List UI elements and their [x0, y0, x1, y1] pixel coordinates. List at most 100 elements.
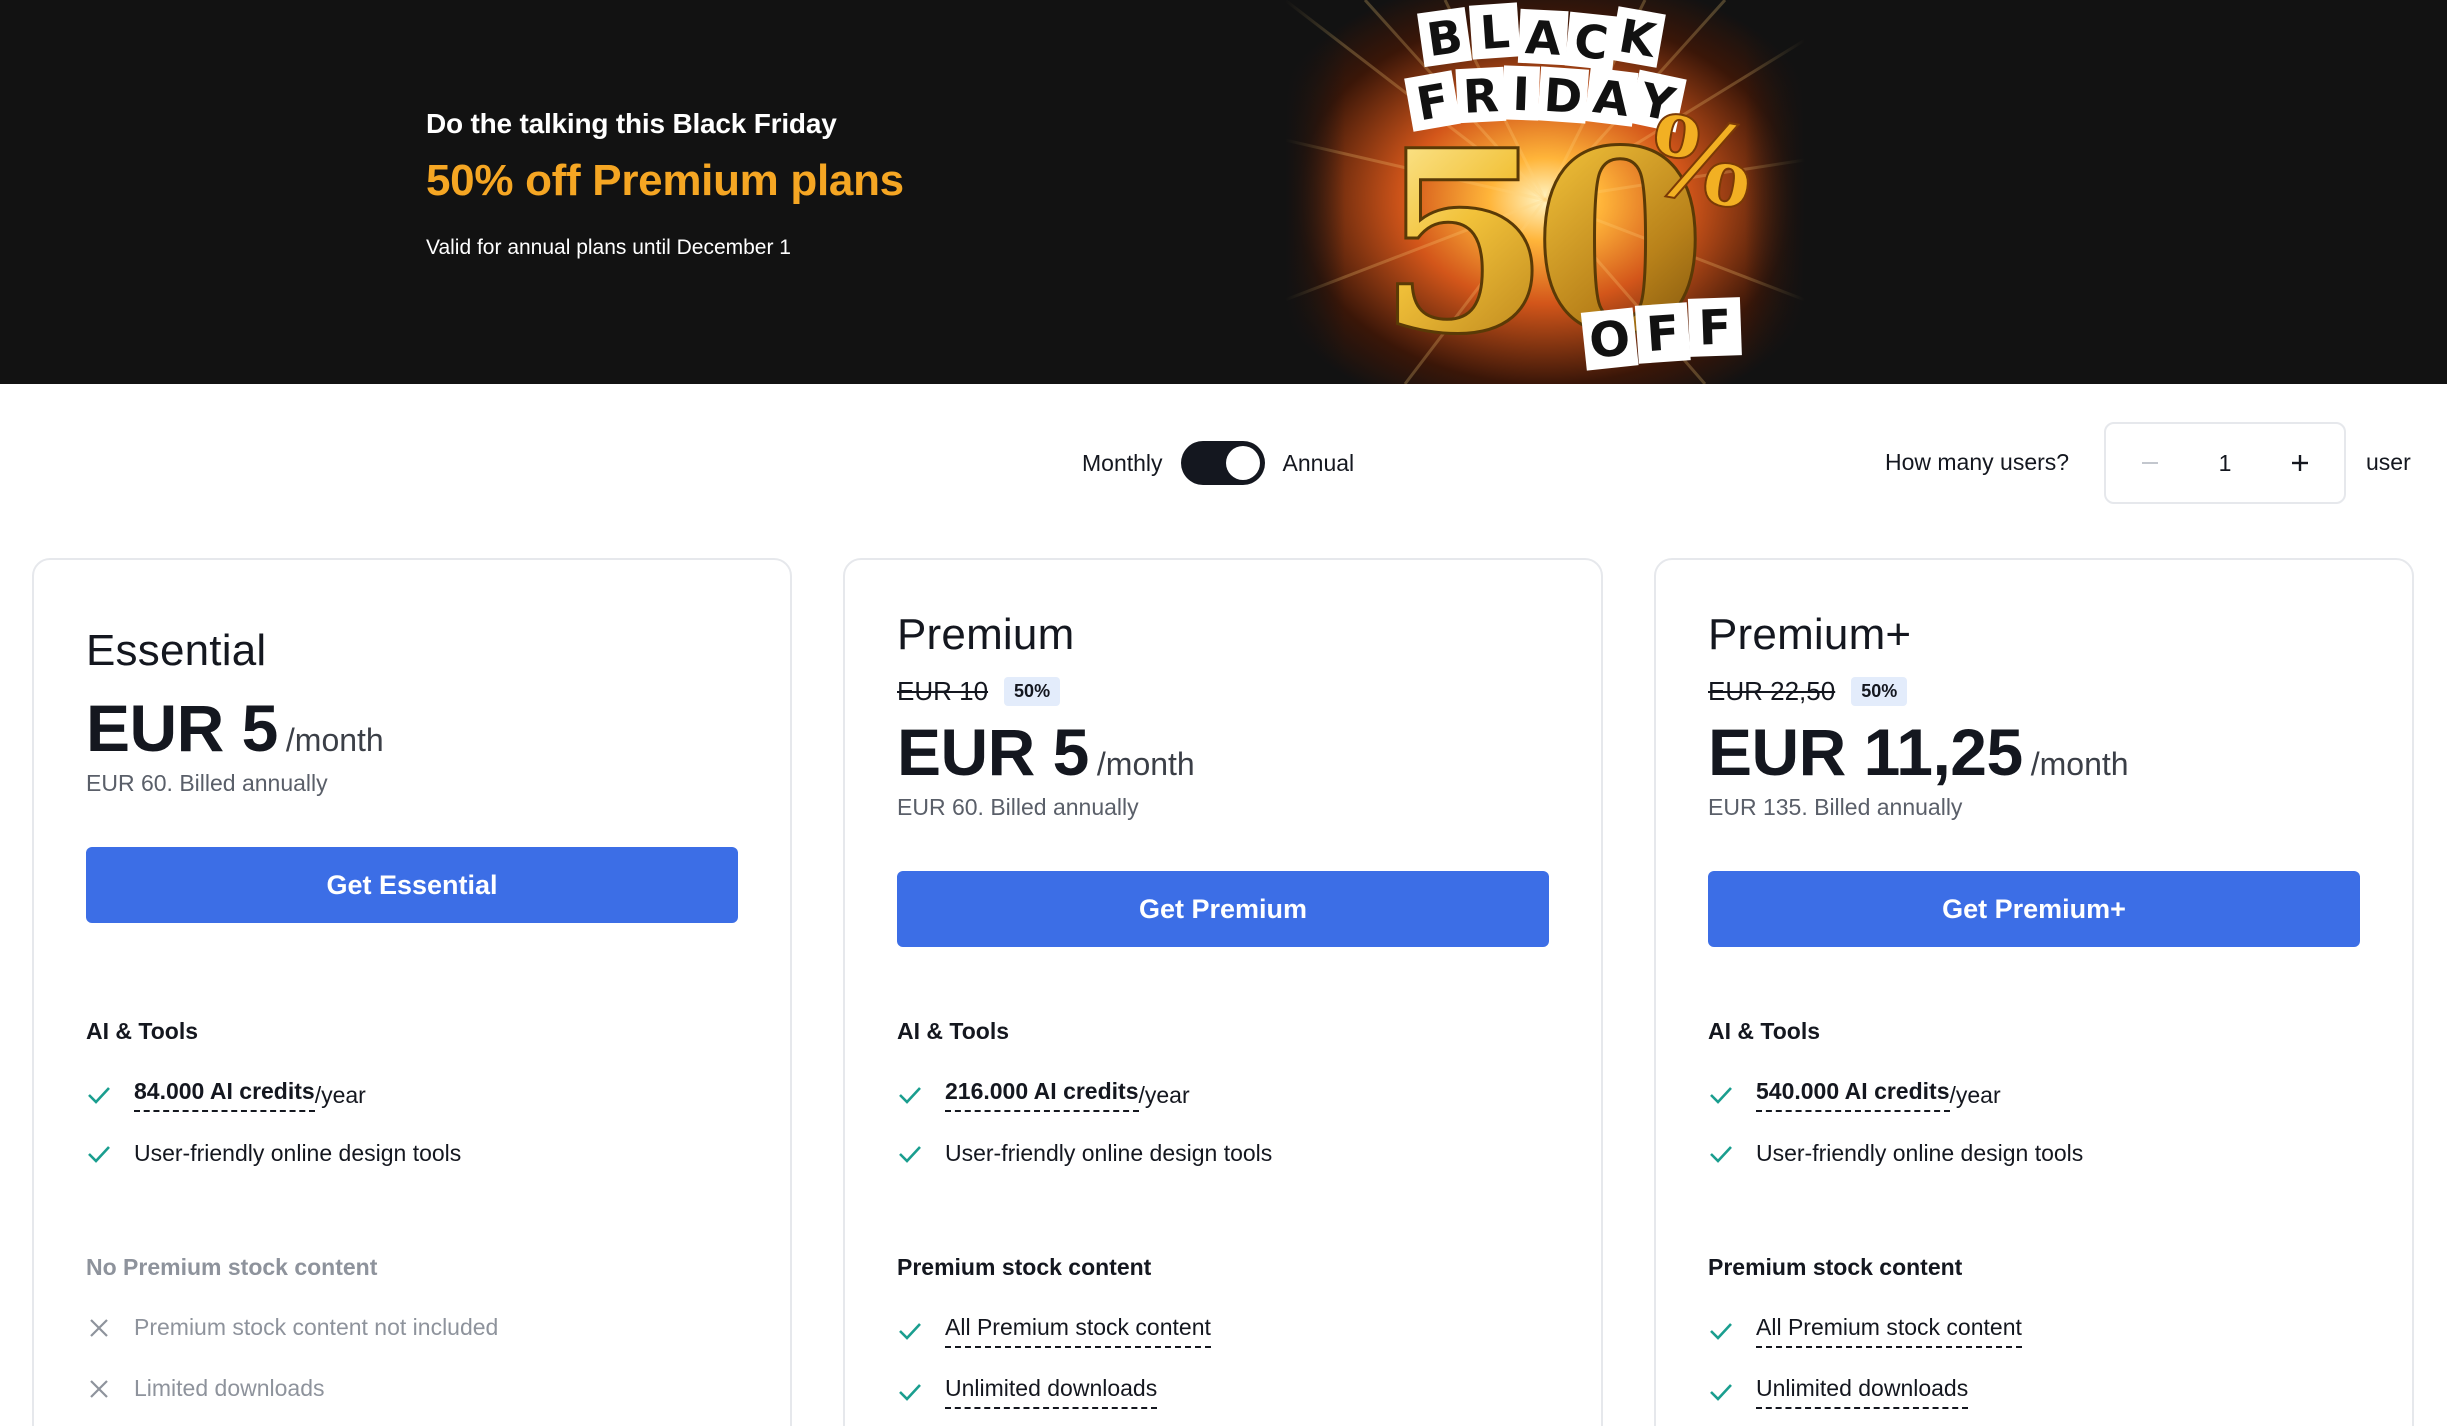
- feature-downloads: Unlimited downloads: [1708, 1375, 1969, 1409]
- feature-downloads: Limited downloads: [86, 1375, 325, 1402]
- check-icon: [897, 1318, 923, 1344]
- plan-card-premium-plus: Premium+ EUR 22,50 50% EUR 11,25 /month …: [1654, 558, 2414, 1426]
- ai-credits-suffix: /year: [314, 1081, 366, 1108]
- plan-name: Premium+: [1708, 610, 1912, 659]
- billing-period-toggle: Monthly Annual: [1082, 440, 1354, 486]
- check-icon: [897, 1082, 923, 1108]
- banner-valid-text: Valid for annual plans until December 1: [426, 236, 791, 259]
- design-tools-text: User-friendly online design tools: [134, 1140, 462, 1166]
- user-count-value[interactable]: 1: [2219, 450, 2232, 477]
- ai-credits-suffix: /year: [1138, 1081, 1190, 1108]
- banner-text: Do the talking this Black Friday 50% off…: [426, 108, 904, 260]
- stock-content-tooltip-trigger[interactable]: All Premium stock content: [945, 1314, 1211, 1348]
- check-icon: [897, 1379, 923, 1405]
- feature-design-tools: User-friendly online design tools: [897, 1140, 1272, 1167]
- get-essential-button[interactable]: Get Essential: [86, 847, 738, 923]
- stock-content-tooltip-trigger[interactable]: All Premium stock content: [1756, 1314, 2022, 1348]
- ai-credits-tooltip-trigger[interactable]: 84.000 AI credits: [134, 1078, 315, 1112]
- svg-text:L: L: [1478, 4, 1511, 60]
- price: EUR 11,25: [1708, 715, 2023, 789]
- feature-design-tools: User-friendly online design tools: [1708, 1140, 2083, 1167]
- black-friday-50-off-graphic: B L A C K F R I D A Y 50 % O F F: [1285, 0, 1805, 384]
- stock-content-text: Premium stock content not included: [134, 1314, 499, 1340]
- plan-name: Premium: [897, 610, 1075, 659]
- price: EUR 5: [86, 691, 278, 765]
- x-icon: [86, 1376, 112, 1402]
- svg-text:C: C: [1572, 13, 1611, 70]
- check-icon: [1708, 1318, 1734, 1344]
- downloads-tooltip-trigger[interactable]: Unlimited downloads: [1756, 1375, 1969, 1409]
- plan-card-premium: Premium EUR 10 50% EUR 5 /month EUR 60. …: [843, 558, 1603, 1426]
- check-icon: [86, 1082, 112, 1108]
- get-premium-plus-button[interactable]: Get Premium+: [1708, 871, 2360, 947]
- monthly-label[interactable]: Monthly: [1082, 450, 1163, 477]
- downloads-text: Limited downloads: [134, 1375, 325, 1401]
- black-friday-banner: Do the talking this Black Friday 50% off…: [0, 0, 2447, 384]
- ai-credits-tooltip-trigger[interactable]: 540.000 AI credits: [1756, 1078, 1950, 1112]
- price: EUR 5: [897, 715, 1089, 789]
- feature-design-tools: User-friendly online design tools: [86, 1140, 461, 1167]
- switch-knob: [1225, 446, 1260, 480]
- user-count-stepper: 1: [2104, 422, 2346, 504]
- ai-credits-amount: 84.000 AI credits: [134, 1078, 315, 1104]
- x-icon: [86, 1315, 112, 1341]
- old-price: EUR 10: [897, 675, 989, 706]
- users-unit: user: [2366, 449, 2411, 475]
- feature-stock-content: Premium stock content not included: [86, 1314, 498, 1341]
- feature-ai-credits: 84.000 AI credits/year: [86, 1078, 366, 1112]
- price-unit: /month: [2030, 746, 2129, 782]
- price-row: EUR 11,25 /month: [1708, 714, 2360, 790]
- stock-heading: No Premium stock content: [86, 1254, 378, 1280]
- stock-heading: Premium stock content: [897, 1254, 1152, 1280]
- banner-headline: 50% off Premium plans: [426, 156, 904, 205]
- svg-text:B: B: [1424, 9, 1466, 67]
- check-icon: [897, 1141, 923, 1167]
- feature-stock-content: All Premium stock content: [897, 1314, 1211, 1348]
- billed-annually-text: EUR 135. Billed annually: [1708, 794, 1963, 820]
- price-unit: /month: [285, 722, 384, 758]
- check-icon: [1708, 1141, 1734, 1167]
- price-row: EUR 5 /month: [897, 714, 1549, 790]
- get-premium-button[interactable]: Get Premium: [897, 871, 1549, 947]
- feature-stock-content: All Premium stock content: [1708, 1314, 2022, 1348]
- ai-credits-suffix: /year: [1949, 1081, 2001, 1108]
- old-price-row: EUR 10 50%: [897, 674, 1549, 708]
- old-price: EUR 22,50: [1708, 675, 1836, 706]
- svg-text:%: %: [1639, 89, 1764, 234]
- price-unit: /month: [1096, 746, 1195, 782]
- ai-tools-heading: AI & Tools: [1708, 1018, 1821, 1044]
- plan-card-essential: Essential EUR 5 /month EUR 60. Billed an…: [32, 558, 792, 1426]
- discount-badge: 50%: [1004, 676, 1061, 706]
- minus-icon: [2142, 462, 2158, 464]
- billing-switch[interactable]: [1180, 441, 1265, 485]
- discount-badge: 50%: [1851, 676, 1908, 706]
- billed-annually-text: EUR 60. Billed annually: [86, 770, 328, 796]
- annual-label[interactable]: Annual: [1283, 450, 1355, 477]
- feature-downloads: Unlimited downloads: [897, 1375, 1158, 1409]
- users-label: How many users?: [1885, 449, 2070, 475]
- ai-credits-amount: 216.000 AI credits: [945, 1078, 1139, 1104]
- plus-icon: [2291, 455, 2308, 471]
- old-price-row: EUR 22,50 50%: [1708, 674, 2360, 708]
- banner-kicker: Do the talking this Black Friday: [426, 108, 837, 139]
- price-row: EUR 5 /month: [86, 690, 738, 766]
- svg-text:O: O: [1587, 310, 1633, 370]
- ai-credits-tooltip-trigger[interactable]: 216.000 AI credits: [945, 1078, 1139, 1112]
- billed-annually-text: EUR 60. Billed annually: [897, 794, 1139, 820]
- ai-tools-heading: AI & Tools: [86, 1018, 199, 1044]
- check-icon: [1708, 1379, 1734, 1405]
- design-tools-text: User-friendly online design tools: [1756, 1140, 2084, 1166]
- design-tools-text: User-friendly online design tools: [945, 1140, 1273, 1166]
- feature-ai-credits: 540.000 AI credits/year: [1708, 1078, 2001, 1112]
- plan-name: Essential: [86, 626, 267, 675]
- svg-text:A: A: [1524, 10, 1563, 66]
- svg-text:F: F: [1645, 305, 1682, 363]
- downloads-tooltip-trigger[interactable]: Unlimited downloads: [945, 1375, 1158, 1409]
- decrement-button[interactable]: [2130, 443, 2170, 483]
- ai-credits-amount: 540.000 AI credits: [1756, 1078, 1950, 1104]
- stock-heading: Premium stock content: [1708, 1254, 1963, 1280]
- feature-ai-credits: 216.000 AI credits/year: [897, 1078, 1190, 1112]
- check-icon: [1708, 1082, 1734, 1108]
- increment-button[interactable]: [2280, 443, 2320, 483]
- check-icon: [86, 1141, 112, 1167]
